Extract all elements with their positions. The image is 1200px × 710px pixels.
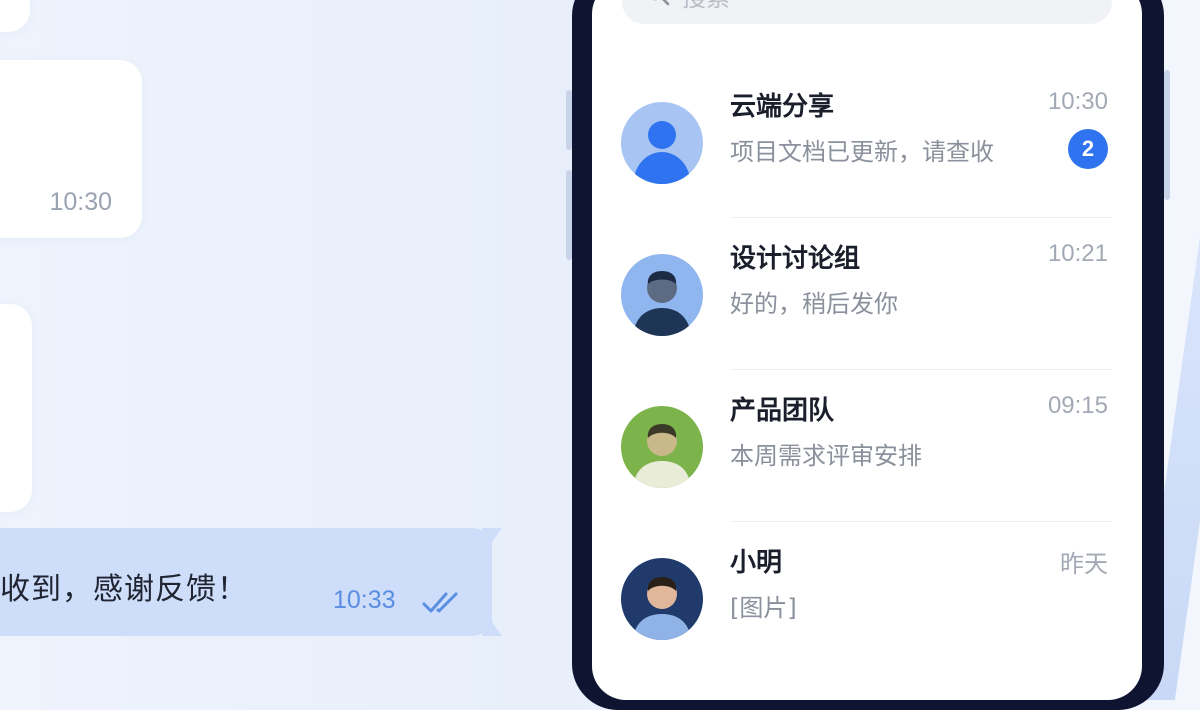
chat-area: 10:30 收到，感谢反馈！ 10:33 — [0, 0, 570, 675]
conversation-item[interactable]: 设计讨论组 好的，稍后发你 10:21 — [592, 228, 1142, 378]
conversation-preview: 好的，稍后发你 — [730, 290, 898, 318]
read-receipt-icon — [422, 592, 458, 613]
conversation-time: 10:21 — [1047, 240, 1108, 267]
phone-side-button — [566, 90, 572, 150]
message-time: 10:30 — [49, 188, 112, 216]
conversation-item[interactable]: 产品团队 本周需求评审安排 09:15 — [592, 380, 1142, 530]
conversation-preview: [图片] — [730, 594, 797, 622]
message-bubble-incoming: 10:30 — [0, 60, 142, 238]
conversation-item[interactable]: 云端分享 项目文档已更新，请查收 10:30 2 — [592, 76, 1142, 226]
divider — [730, 521, 1112, 522]
message-bubble-outgoing: 收到，感谢反馈！ 10:33 — [0, 528, 502, 636]
avatar — [621, 406, 703, 488]
divider — [730, 369, 1112, 370]
phone-side-button — [1164, 70, 1170, 200]
conversation-preview: 项目文档已更新，请查收 — [730, 138, 994, 166]
phone-side-button — [566, 170, 572, 260]
message-bubble-incoming — [0, 0, 30, 32]
avatar — [621, 102, 703, 184]
avatar — [621, 558, 703, 640]
conversation-name: 小明 — [730, 548, 783, 578]
conversation-preview: 本周需求评审安排 — [730, 442, 922, 470]
bubble-tail — [482, 528, 502, 636]
divider — [730, 217, 1112, 218]
unread-badge: 2 — [1068, 129, 1108, 169]
conversation-item[interactable]: 小明 [图片] 昨天 — [592, 532, 1142, 682]
conversation-time: 09:15 — [1047, 392, 1108, 419]
conversation-name: 设计讨论组 — [730, 244, 861, 274]
conversation-name: 云端分享 — [730, 92, 835, 122]
search-bar[interactable]: 搜索 — [622, 0, 1112, 24]
conversation-name: 产品团队 — [730, 396, 835, 426]
search-input[interactable]: 搜索 — [682, 0, 730, 13]
search-icon — [652, 0, 670, 6]
message-time: 10:33 — [333, 586, 396, 614]
avatar — [621, 254, 703, 336]
conversation-time: 10:30 — [1047, 88, 1108, 115]
message-text: 收到，感谢反馈！ — [0, 572, 248, 607]
message-bubble-incoming — [0, 304, 32, 512]
phone-screen: 搜索 云端分享 项目文档已更新，请查收 10:30 2 设计讨论组 好的，稍后发… — [592, 0, 1142, 700]
conversation-time: 昨天 — [1060, 551, 1108, 578]
